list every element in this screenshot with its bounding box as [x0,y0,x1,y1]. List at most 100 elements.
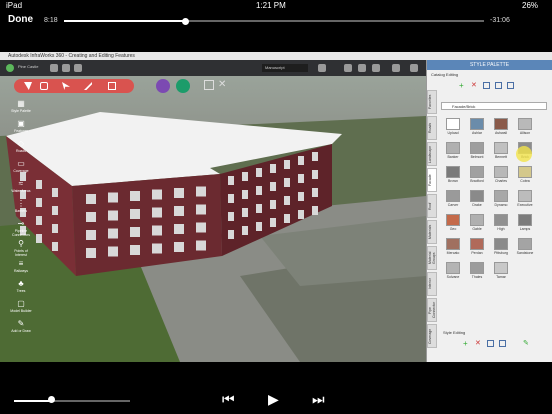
volume-thumb[interactable] [47,396,55,403]
feature-icon[interactable] [24,82,32,90]
done-button[interactable]: Done [8,14,33,25]
play-icon[interactable]: ▶ [268,391,279,408]
link-icon[interactable] [495,82,502,89]
style-item[interactable]: Carver [443,190,463,207]
tool-add-or-draw[interactable]: ✎ Add or Draw [8,320,34,334]
tool-label: Features [14,129,28,133]
elapsed-time: 8:18 [44,17,58,24]
style-name: Banker [447,155,459,159]
style-item[interactable]: Allison [515,118,535,135]
3d-viewport[interactable]: ✕ ▦ Style Palette ▣ Features ◇ Roads ▭ Coverage… [0,76,426,362]
pencil-icon[interactable] [84,82,92,90]
present-button[interactable] [176,79,190,93]
palette-tab-roof[interactable]: Roof [427,194,437,218]
tool-coverage[interactable]: ▭ Coverage [8,160,34,174]
help-icon[interactable] [392,64,400,72]
search-input[interactable]: Manuscript [262,64,308,72]
tool-features[interactable]: ▣ Features [8,120,34,134]
palette-tab-materials[interactable]: Materials [427,220,437,244]
tool-railways[interactable]: ≡ Railways [8,260,34,274]
style-item[interactable]: Geo [443,214,463,231]
analyze-button[interactable] [156,79,170,93]
search-icon[interactable] [318,64,326,72]
paint-icon[interactable]: ✎ [523,340,529,348]
palette-tab-material-groups[interactable]: Material Groups [427,246,437,270]
style-item[interactable]: High [491,214,511,231]
style-item[interactable]: Ashlar [467,118,487,135]
palette-tab-interior[interactable]: Interior [427,272,437,296]
style-item[interactable]: Pittsburg [491,238,511,255]
tool-model-builder[interactable]: ▢ Model Builder [8,300,34,314]
cross-tool-icon[interactable]: ✕ [218,80,228,90]
category-dropdown[interactable]: Facade/Brick [441,102,547,110]
tool-points-of-interest[interactable]: ⚲ Points of Interest [8,240,34,258]
copy-icon[interactable] [108,82,116,90]
add-style-icon[interactable]: + [463,340,468,348]
duplicate-style-icon[interactable] [499,340,506,347]
style-item[interactable]: Dynamo [491,190,511,207]
palette-tab-favorites[interactable]: Favorites [427,90,437,114]
tool-icon-1[interactable] [344,64,352,72]
window [196,222,206,233]
forward-icon[interactable] [74,64,82,72]
style-item[interactable]: Charles [491,166,511,183]
tool-pipeline-connectors[interactable]: ⊸ Pipeline Connectors [8,220,34,238]
style-item[interactable]: Belmont [467,142,487,159]
back-icon[interactable] [62,64,70,72]
palette-tab-coverage[interactable]: Coverage [427,324,437,348]
style-swatch [446,262,460,274]
tool-icon-2[interactable] [358,64,366,72]
delete-icon[interactable]: ✕ [471,82,477,90]
tool-trees[interactable]: ♣ Trees [8,280,34,294]
delete-style-icon[interactable]: ✕ [475,340,481,348]
style-item[interactable]: Solvane [443,262,463,279]
settings-icon[interactable] [410,64,418,72]
add-icon[interactable]: + [459,82,464,90]
style-swatch [446,238,460,250]
edit-style-icon[interactable] [487,340,494,347]
style-item[interactable]: Cobra [515,166,535,183]
style-swatch [446,166,460,178]
window [152,243,162,254]
tool-barriers[interactable]: ⋮ Barriers [8,200,34,214]
cursor-icon[interactable] [62,82,70,90]
style-item[interactable]: Sandstone [515,238,535,255]
style-swatch [494,142,508,154]
style-item[interactable]: Ashwall [491,118,511,135]
scrubber-thumb[interactable] [182,17,190,25]
style-item[interactable]: Executive [515,190,535,207]
gear-icon[interactable] [40,82,48,90]
style-item[interactable]: Brown [443,166,463,183]
palette-tab-facade[interactable]: Facade [427,168,437,192]
palette-tab-landscape[interactable]: Landscape [427,142,437,166]
window [130,191,140,201]
window-title: Autodesk InfraWorks 360 - Creating and E… [0,52,552,60]
style-item[interactable]: Banker [443,142,463,159]
style-item[interactable]: Drake [467,190,487,207]
style-item[interactable]: Thales [467,262,487,279]
style-item[interactable]: Mercato [443,238,463,255]
tool-style-palette[interactable]: ▦ Style Palette [8,100,34,114]
fast-forward-icon[interactable]: ⏭ [312,391,325,408]
tool-roads[interactable]: ◇ Roads [8,140,34,154]
style-item[interactable]: Bradford [467,166,487,183]
tool-water-areas[interactable]: ≈ Water Areas [8,180,34,194]
map-tool-icon[interactable] [204,80,214,90]
style-item[interactable]: Upload [443,118,463,135]
style-item[interactable]: Bennett [491,142,511,159]
rewind-icon[interactable]: ⏮ [222,391,235,408]
style-item[interactable]: Lamps [515,214,535,231]
style-item[interactable]: Tamar [491,262,511,279]
home-icon[interactable] [50,64,58,72]
palette-tab-pipe-connector[interactable]: Pipe Connector [427,298,437,322]
style-name: Gable [472,227,482,231]
copy-style-icon[interactable] [507,82,514,89]
project-tab[interactable]: Pine Castle [18,64,38,69]
style-name: Dynamo [494,203,508,207]
style-item[interactable]: Gable [467,214,487,231]
style-item[interactable]: Perdan [467,238,487,255]
tool-icon-3[interactable] [372,64,380,72]
palette-tab-roads[interactable]: Roads [427,116,437,140]
style-swatch [470,142,484,154]
save-icon[interactable] [483,82,490,89]
